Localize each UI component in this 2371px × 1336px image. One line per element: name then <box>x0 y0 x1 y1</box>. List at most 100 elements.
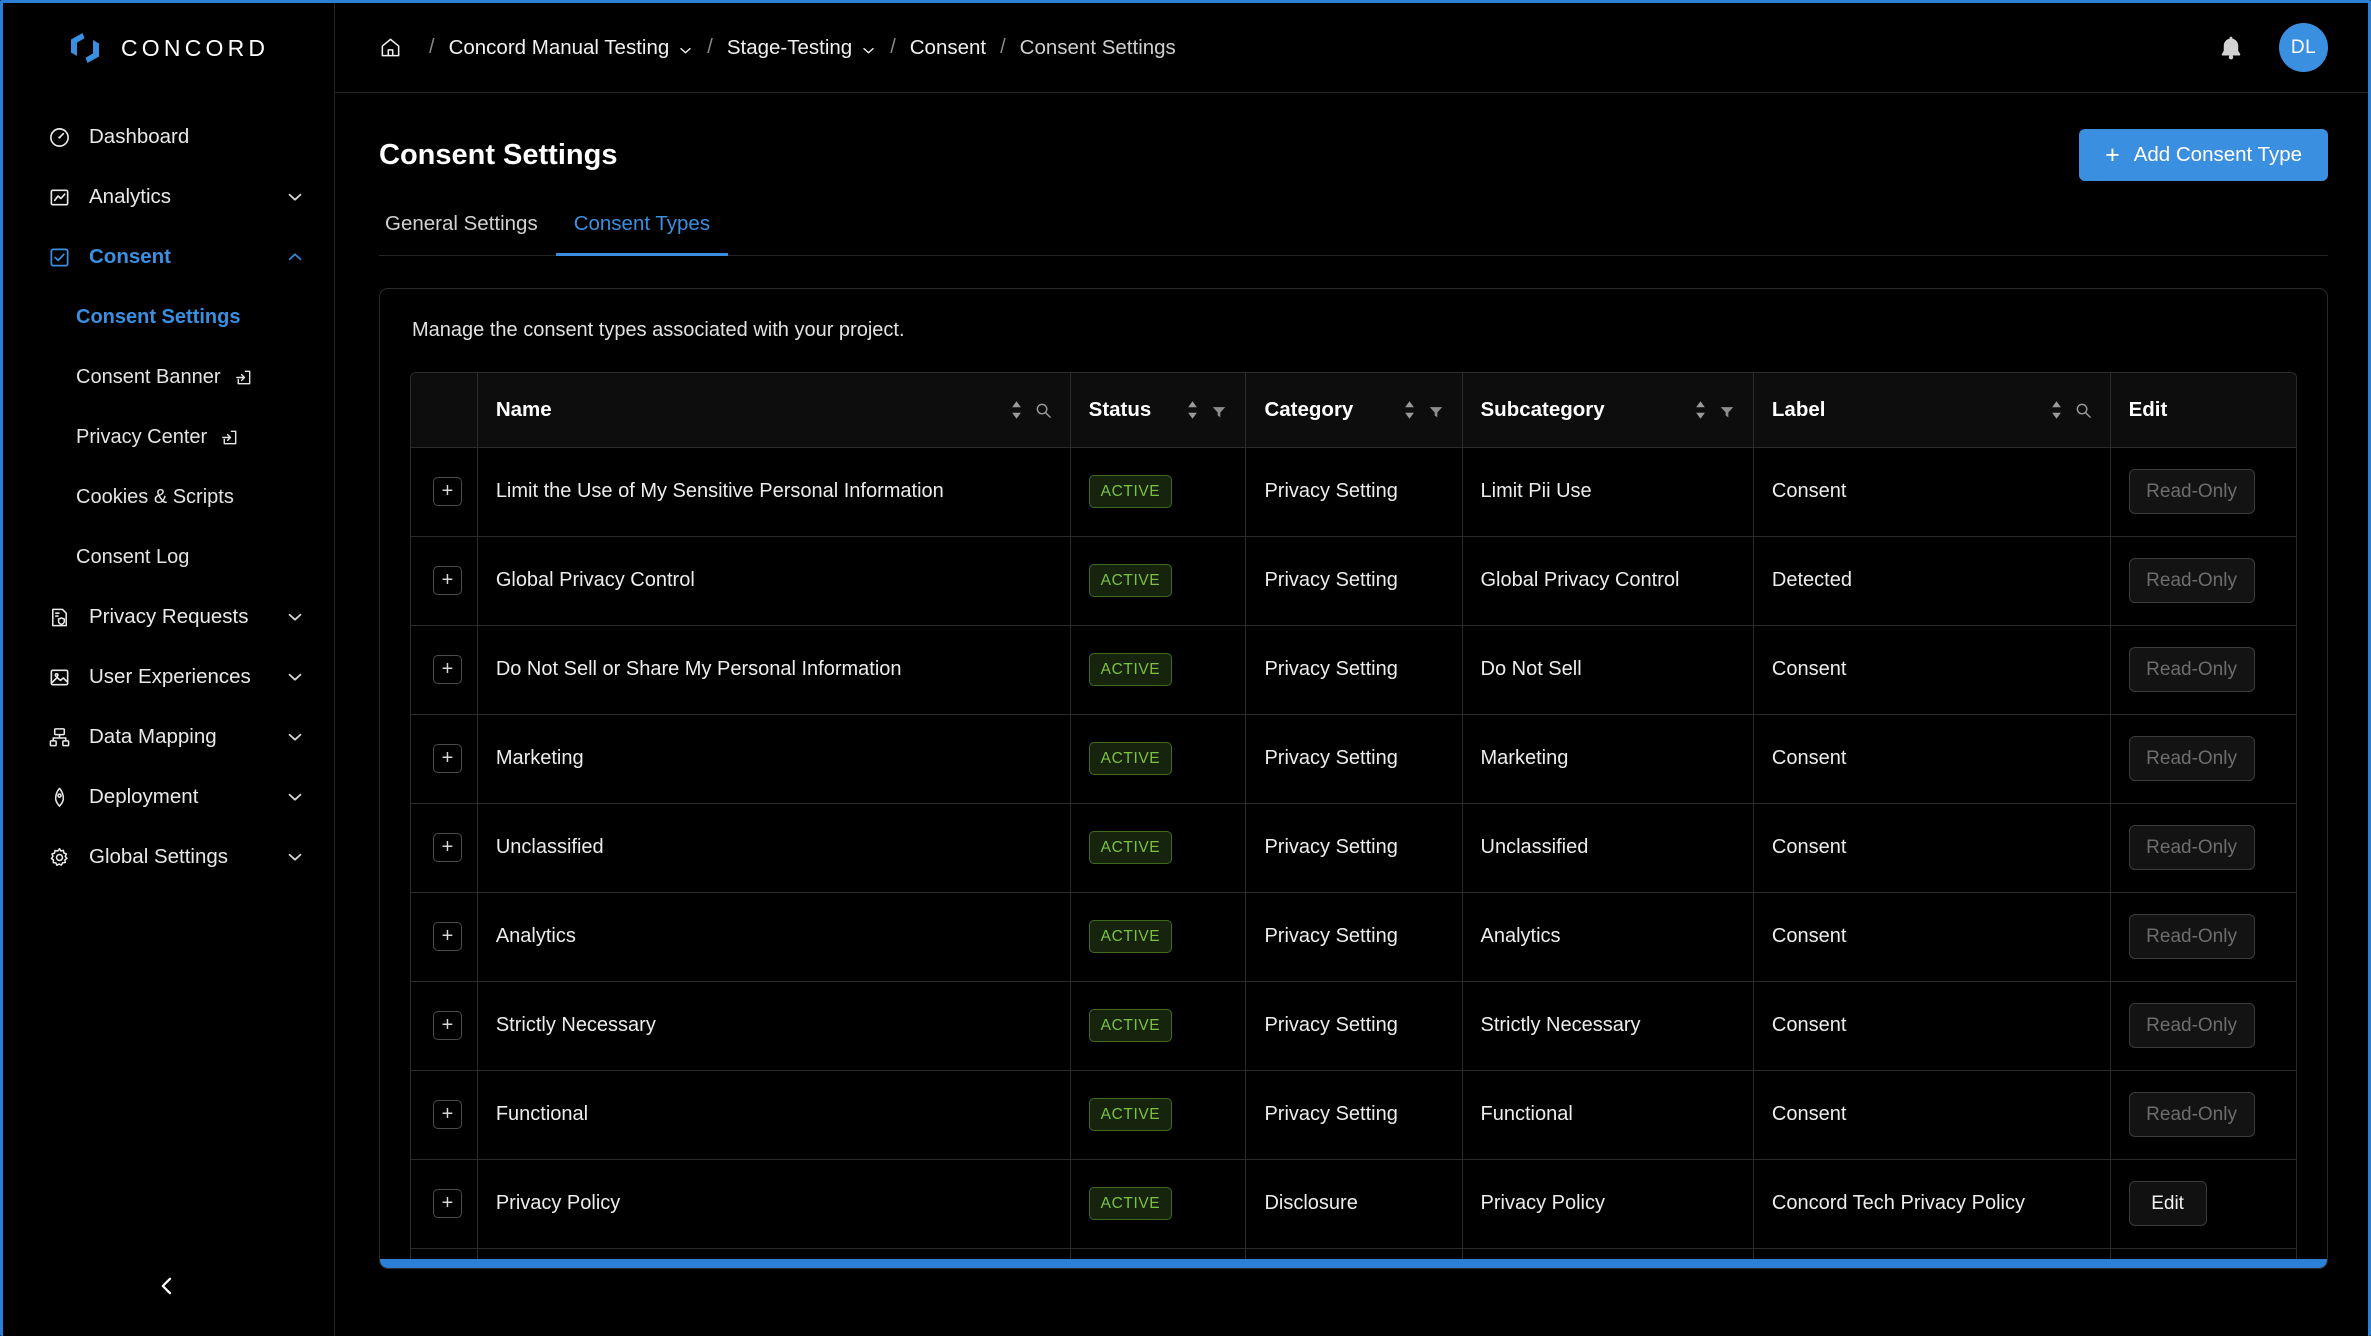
plus-square-icon[interactable]: + <box>433 477 462 506</box>
cell-status: ACTIVE <box>1070 447 1247 537</box>
cell-name: Do Not Sell or Share My Personal Informa… <box>477 625 1071 715</box>
sidebar-subitem-cookies-scripts[interactable]: Cookies & Scripts <box>3 467 334 527</box>
plus-square-icon[interactable]: + <box>433 566 462 595</box>
chevron-down-icon[interactable] <box>286 788 304 806</box>
add-consent-type-label: Add Consent Type <box>2133 143 2302 166</box>
chart-icon <box>47 185 72 210</box>
sidebar-subitem-consent-log[interactable]: Consent Log <box>3 527 334 587</box>
cell-category: Privacy Setting <box>1245 536 1463 626</box>
topbar: / Concord Manual Testing / Stage-Testing… <box>335 3 2368 93</box>
cell-category: Privacy Setting <box>1245 803 1463 893</box>
breadcrumb-label: Stage-Testing <box>726 35 853 59</box>
sidebar-subitem-label: Consent Banner <box>76 365 221 388</box>
plus-square-icon[interactable]: + <box>433 1100 462 1129</box>
filter-icon[interactable] <box>1719 402 1735 418</box>
horizontal-scrollbar[interactable] <box>380 1259 2327 1268</box>
chevron-down-icon[interactable] <box>286 728 304 746</box>
sidebar-subitem-consent-banner[interactable]: Consent Banner <box>3 347 334 407</box>
plus-square-icon[interactable]: + <box>433 1011 462 1040</box>
plus-glyph: + <box>441 479 454 502</box>
column-header-label[interactable]: Label <box>1753 373 2111 448</box>
edit-button[interactable]: Edit <box>2128 1181 2207 1226</box>
sidebar-item-analytics[interactable]: Analytics <box>3 167 334 227</box>
cell-category: Privacy Setting <box>1245 1070 1463 1160</box>
column-header-name[interactable]: Name <box>477 373 1071 448</box>
cell-edit: Read-Only <box>2110 447 2296 537</box>
tab-consent-types[interactable]: Consent Types <box>555 212 729 256</box>
page-content: Consent Settings + Add Consent Type Gene… <box>335 93 2368 1336</box>
chevron-down-icon <box>861 40 876 55</box>
plus-square-icon[interactable]: + <box>433 655 462 684</box>
sidebar-item-data-mapping[interactable]: Data Mapping <box>3 707 334 767</box>
search-icon[interactable] <box>1035 401 1052 419</box>
breadcrumb-item-org[interactable]: Concord Manual Testing <box>449 36 694 60</box>
page-header: Consent Settings + Add Consent Type <box>379 93 2328 181</box>
sort-icon[interactable] <box>1010 400 1023 420</box>
home-icon[interactable] <box>379 36 402 59</box>
breadcrumb-item-consent[interactable]: Consent <box>910 36 986 60</box>
plus-square-icon[interactable]: + <box>433 833 462 862</box>
filter-icon[interactable] <box>1211 402 1227 418</box>
cell-status: ACTIVE <box>1070 625 1247 715</box>
cell-category: Privacy Setting <box>1245 892 1463 982</box>
sidebar-subitem-privacy-center[interactable]: Privacy Center <box>3 407 334 467</box>
column-header-category[interactable]: Category <box>1245 373 1463 448</box>
avatar[interactable]: DL <box>2279 23 2328 72</box>
row-expand-cell: + <box>411 625 478 715</box>
brand-logo[interactable]: CONCORD <box>3 3 334 93</box>
add-consent-type-button[interactable]: + Add Consent Type <box>2079 129 2328 181</box>
chevron-down-icon[interactable] <box>286 608 304 626</box>
chevron-down-icon[interactable] <box>286 188 304 206</box>
breadcrumb-label: Concord Manual Testing <box>448 35 670 59</box>
brand-name: CONCORD <box>121 34 270 61</box>
cell-category: Disclosure <box>1245 1159 1463 1249</box>
sidebar-item-dashboard[interactable]: Dashboard <box>3 107 334 167</box>
table-row: + Marketing ACTIVE Privacy Setting Marketing… <box>411 714 2296 804</box>
breadcrumb-label: Consent Settings <box>1019 35 1176 59</box>
cell-label: Consent <box>1753 447 2111 537</box>
cell-edit: Read-Only <box>2110 625 2296 715</box>
table-row: + Global Privacy Control ACTIVE Privacy Set… <box>411 536 2296 626</box>
bell-icon[interactable] <box>2217 34 2245 62</box>
chevron-up-icon[interactable] <box>286 248 304 266</box>
read-only-button: Read-Only <box>2128 647 2255 692</box>
chevron-down-icon[interactable] <box>286 848 304 866</box>
status-badge: ACTIVE <box>1088 564 1173 597</box>
filter-icon[interactable] <box>1428 402 1444 418</box>
sidebar-collapse-button[interactable] <box>149 1270 185 1306</box>
read-only-button: Read-Only <box>2128 1092 2255 1137</box>
sort-icon[interactable] <box>1694 400 1707 420</box>
sidebar-nav: Dashboard Analytics Consent Consent Sett… <box>3 93 334 887</box>
search-icon[interactable] <box>2075 401 2092 419</box>
sidebar-item-global-settings[interactable]: Global Settings <box>3 827 334 887</box>
column-header-status[interactable]: Status <box>1070 373 1247 448</box>
sort-icon[interactable] <box>1186 400 1199 420</box>
breadcrumb-separator: / <box>429 36 435 58</box>
column-header-subcategory[interactable]: Subcategory <box>1462 373 1754 448</box>
sort-icon[interactable] <box>2050 400 2063 420</box>
chevron-down-icon[interactable] <box>286 668 304 686</box>
tab-general-settings[interactable]: General Settings <box>379 212 556 256</box>
plus-square-icon[interactable]: + <box>433 744 462 773</box>
consent-types-table-wrapper: Name Status Category Subcategory Label E… <box>410 372 2297 1268</box>
sidebar-item-privacy-requests[interactable]: Privacy Requests <box>3 587 334 647</box>
read-only-button: Read-Only <box>2128 558 2255 603</box>
sort-icon[interactable] <box>1403 400 1416 420</box>
sidebar-item-deployment[interactable]: Deployment <box>3 767 334 827</box>
status-badge: ACTIVE <box>1088 475 1173 508</box>
plus-square-icon[interactable]: + <box>433 1189 462 1218</box>
sidebar-item-consent[interactable]: Consent <box>3 227 334 287</box>
consent-types-card: Manage the consent types associated with… <box>379 288 2328 1269</box>
breadcrumb-item-env[interactable]: Stage-Testing <box>727 36 876 60</box>
read-only-button: Read-Only <box>2128 1003 2255 1048</box>
sidebar-subitem-consent-settings[interactable]: Consent Settings <box>3 287 334 347</box>
table-row: + Limit the Use of My Sensitive Personal … <box>411 447 2296 537</box>
plus-square-icon[interactable]: + <box>433 922 462 951</box>
cell-edit: Edit <box>2110 1159 2296 1249</box>
sidebar: CONCORD Dashboard Analytics Consent Cons… <box>3 3 335 1336</box>
sidebar-item-user-experiences[interactable]: User Experiences <box>3 647 334 707</box>
sidebar-subitem-label: Cookies & Scripts <box>76 485 234 508</box>
cell-label: Detected <box>1753 536 2111 626</box>
plus-glyph: + <box>441 1102 454 1125</box>
sidebar-item-label: Deployment <box>89 785 199 808</box>
